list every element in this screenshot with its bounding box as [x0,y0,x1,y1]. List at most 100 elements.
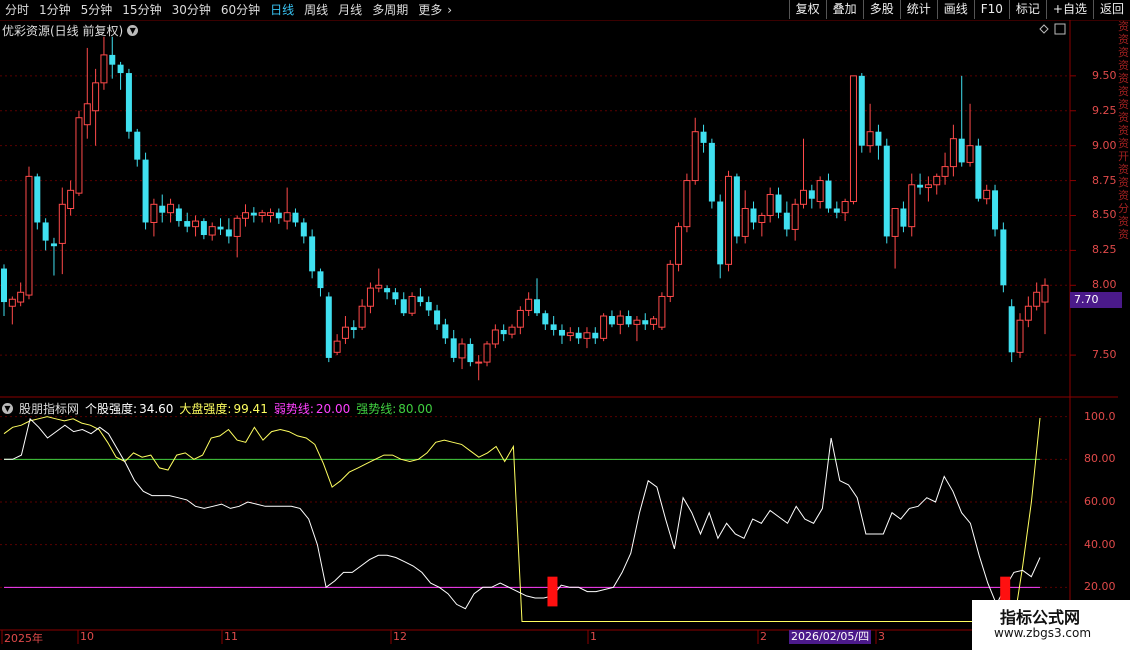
current-price-label: 7.70 [1070,292,1122,308]
candle [791,198,799,241]
candle [217,218,224,236]
candle-body [475,361,483,364]
candle [341,316,349,344]
candle-body [67,189,75,209]
candle [600,313,608,342]
candle [799,138,807,209]
chart-area[interactable] [0,0,1130,650]
candle [425,296,432,317]
candle-body [75,117,83,194]
candle-body [408,295,416,314]
candle-body [533,299,540,314]
candle-body [975,145,982,199]
candle-body [875,131,882,146]
candle [966,103,974,167]
candle [658,292,666,330]
candle [200,218,207,240]
candle-body [333,340,341,353]
candle-body [883,145,890,237]
candle-body [908,184,916,228]
candle-body [508,326,516,335]
candle [408,292,416,317]
weak-line-value: 20.00 [315,401,351,416]
strong-line-value: 80.00 [398,401,433,416]
candle [150,198,158,237]
candle [908,173,916,237]
candle [333,334,341,356]
indicator-lines [3,416,1041,622]
candle-body [275,212,282,219]
candle-body [683,180,691,228]
candle-body [325,296,332,358]
candle-body [650,318,658,325]
candle-body [592,332,599,339]
candle [242,204,250,227]
candle-body [949,138,957,168]
candle [475,355,483,381]
price-tick-label: 8.75 [1092,173,1117,187]
candle-body [250,212,257,216]
candle [167,198,175,223]
dropdown-circle-icon[interactable]: ▼ [127,25,139,36]
candle [392,288,399,305]
watermark-logo: 指标公式网 www.zbgs3.com [972,600,1130,650]
candle-body [708,142,715,202]
candle-body [42,222,49,241]
candle-body [575,332,582,339]
candle [666,260,674,303]
candle [975,138,982,202]
candle [717,194,724,279]
candle [866,103,874,153]
price-tick-label: 9.50 [1092,68,1117,82]
date-label: 1 [590,630,597,643]
candle-body [34,176,41,223]
candle [491,324,499,349]
candle [650,316,658,330]
strong-line-label: 强势线: [356,402,397,416]
candle [283,187,291,230]
market-strength-label: 大盘强度: [179,402,232,416]
candle-body [100,54,108,84]
candle-body [434,310,441,325]
candle-body [8,298,16,307]
candle-body [25,175,33,296]
candle-body [558,329,565,336]
candle [891,208,899,269]
stock-strength-line [4,417,1041,610]
date-axis: 2025年 10 11 12 1 2 3 [0,630,1070,645]
candle [758,212,766,237]
candle-body [666,263,674,297]
candle [1033,282,1041,311]
date-label: 2025年 [4,632,43,645]
candle [941,152,949,185]
candle [42,218,49,251]
price-panel-title-row: 优彩资源(日线 前复权) ▼ [2,22,139,39]
candle-body [891,208,899,237]
candle-body [483,343,491,363]
diamond-icon[interactable] [1039,24,1049,34]
candle-body [833,208,840,213]
candle-body [900,208,907,227]
candle-body [200,221,207,236]
candle [633,316,641,342]
candle [100,36,108,90]
candle [992,184,999,237]
candle [933,173,941,195]
candle-body [758,214,766,223]
candle [1,264,7,317]
date-label: 3 [878,630,885,643]
candle-body [358,305,366,328]
candle-body [566,332,574,337]
candle [258,209,266,223]
market-strength-value: 99.41 [233,401,268,416]
candle-body [159,205,166,213]
candle-body [1024,305,1032,321]
watermark-title: 指标公式网 [1000,608,1081,627]
maximize-icon[interactable] [1054,23,1066,35]
candle-body [192,220,200,228]
candle-body [142,159,149,223]
indicator-menu-icon[interactable]: ▼ [2,403,13,414]
candle-body [633,319,641,325]
candle-body [341,326,349,339]
candle-body [217,226,224,230]
